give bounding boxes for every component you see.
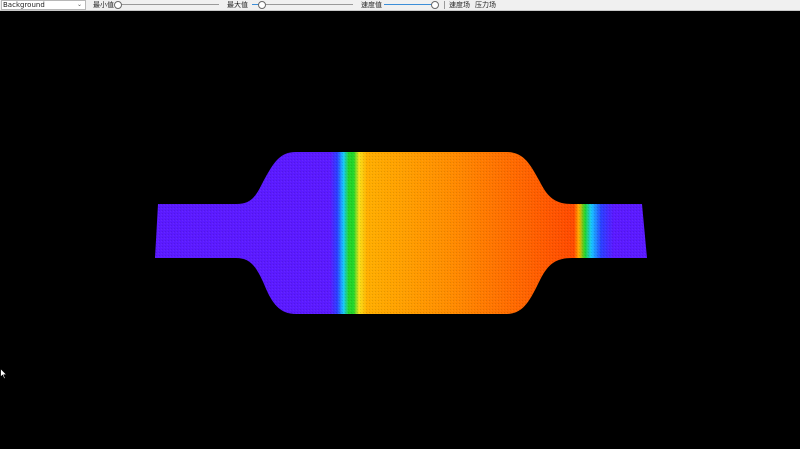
- min-value-slider[interactable]: [114, 1, 219, 9]
- render-viewport[interactable]: [0, 11, 800, 449]
- pressure-field-button[interactable]: 压力场: [474, 0, 497, 10]
- velocity-field-button[interactable]: 速度场: [448, 0, 471, 10]
- display-mode-select[interactable]: Background ⌄: [1, 0, 86, 10]
- channel-texture: [155, 152, 647, 314]
- toolbar-separator: [444, 1, 445, 9]
- speed-value-label: 速度值: [361, 1, 382, 9]
- speed-value-slider[interactable]: [384, 1, 439, 9]
- slider-thumb[interactable]: [258, 1, 267, 9]
- toolbar: Background ⌄ 最小值 最大值 速度值 速度场 压力场: [0, 0, 800, 11]
- slider-fill: [384, 4, 435, 5]
- min-value-label: 最小值: [93, 1, 114, 9]
- slider-track: [252, 4, 353, 5]
- chevron-down-icon: ⌄: [76, 1, 82, 8]
- max-value-slider[interactable]: [252, 1, 353, 9]
- display-mode-value: Background: [3, 1, 45, 9]
- slider-track: [118, 4, 219, 5]
- mouse-cursor-icon: [0, 368, 8, 380]
- slider-thumb[interactable]: [114, 1, 122, 9]
- max-value-label: 最大值: [227, 1, 248, 9]
- slider-thumb[interactable]: [431, 1, 439, 9]
- flow-field-render: [155, 152, 647, 314]
